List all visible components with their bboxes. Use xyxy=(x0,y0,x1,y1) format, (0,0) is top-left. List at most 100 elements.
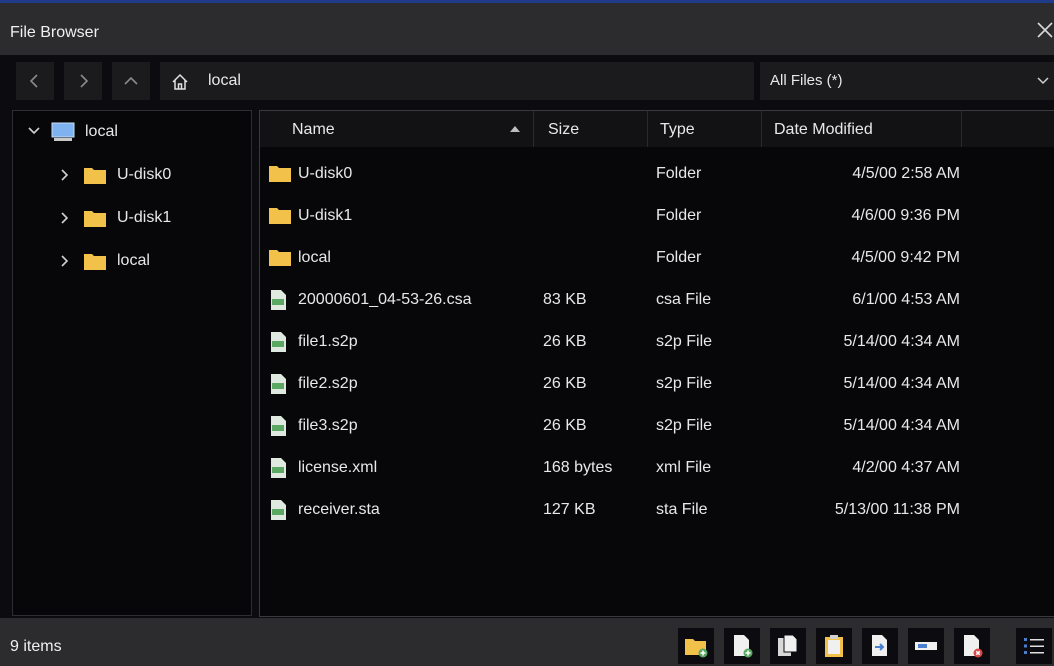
column-header-label: Name xyxy=(292,121,335,138)
new-file-icon xyxy=(734,635,753,658)
chevron-up-icon xyxy=(124,76,138,85)
folder-icon xyxy=(84,168,106,184)
csa-file-icon xyxy=(271,290,286,310)
column-header-date[interactable]: Date Modified xyxy=(762,111,962,147)
folder-icon xyxy=(269,208,291,224)
file-name: U-disk1 xyxy=(298,207,353,224)
copy-icon xyxy=(778,634,798,656)
file-type: xml File xyxy=(656,459,712,476)
file-date: 5/14/00 4:34 AM xyxy=(843,333,960,350)
file-row[interactable]: file1.s2p 26 KB s2p File 5/14/00 4:34 AM xyxy=(260,321,1054,363)
tree-item-u-disk0[interactable]: U-disk0 xyxy=(13,156,251,192)
new-folder-icon xyxy=(685,639,708,658)
column-header-label: Type xyxy=(660,121,695,138)
file-row[interactable]: local Folder 4/5/00 9:42 PM xyxy=(260,237,1054,279)
tree-item-label: local xyxy=(117,252,150,269)
column-header-row: Name Size Type Date Modified xyxy=(260,111,1054,147)
folder-icon xyxy=(269,250,291,266)
tree-item-u-disk1[interactable]: U-disk1 xyxy=(13,199,251,235)
status-bar: 9 items xyxy=(0,618,1054,666)
new-file-button[interactable] xyxy=(724,628,760,664)
list-view-button[interactable] xyxy=(1016,628,1052,664)
home-icon xyxy=(172,73,188,90)
file-size: 127 KB xyxy=(543,501,596,518)
file-size: 26 KB xyxy=(543,375,587,392)
tree-item-label: local xyxy=(85,123,118,140)
paste-icon xyxy=(825,635,843,657)
column-header-type[interactable]: Type xyxy=(648,111,762,147)
tree-item-label: U-disk0 xyxy=(117,166,172,183)
column-header-label: Date Modified xyxy=(774,121,873,138)
file-date: 6/1/00 4:53 AM xyxy=(852,291,960,308)
chevron-down-icon[interactable] xyxy=(27,125,41,137)
file-size: 26 KB xyxy=(543,333,587,350)
copy-button[interactable] xyxy=(770,628,806,664)
folder-tree: local U-disk0 U-disk1 local xyxy=(12,110,252,616)
path-field[interactable]: local xyxy=(160,62,754,100)
file-type: s2p File xyxy=(656,333,713,350)
close-icon[interactable] xyxy=(1034,19,1054,41)
file-type: s2p File xyxy=(656,375,713,392)
tree-item-local[interactable]: local xyxy=(13,242,251,278)
tree-item-label: U-disk1 xyxy=(117,209,172,226)
list-view-icon xyxy=(1024,638,1044,654)
file-row[interactable]: license.xml 168 bytes xml File 4/2/00 4:… xyxy=(260,447,1054,489)
column-header-size[interactable]: Size xyxy=(534,111,648,147)
xml-file-icon xyxy=(271,458,286,478)
file-type: Folder xyxy=(656,165,702,182)
forward-button[interactable] xyxy=(64,62,102,100)
column-header-name[interactable]: Name xyxy=(260,111,534,147)
file-type: Folder xyxy=(656,207,702,224)
file-date: 5/13/00 11:38 PM xyxy=(834,501,960,518)
chevron-right-icon[interactable] xyxy=(59,211,71,225)
move-button[interactable] xyxy=(862,628,898,664)
file-type: sta File xyxy=(656,501,708,518)
chevron-left-icon xyxy=(29,74,38,88)
folder-icon xyxy=(269,166,291,182)
move-icon xyxy=(872,635,887,656)
file-type-filter[interactable]: All Files (*) xyxy=(760,62,1054,100)
chevron-down-icon xyxy=(1037,77,1049,85)
delete-button[interactable] xyxy=(954,628,990,664)
file-row[interactable]: file2.s2p 26 KB s2p File 5/14/00 4:34 AM xyxy=(260,363,1054,405)
file-row[interactable]: file3.s2p 26 KB s2p File 5/14/00 4:34 AM xyxy=(260,405,1054,447)
rename-icon xyxy=(915,642,937,650)
file-date: 4/5/00 2:58 AM xyxy=(852,165,960,182)
file-name: file3.s2p xyxy=(298,417,358,434)
file-row[interactable]: U-disk0 Folder 4/5/00 2:58 AM xyxy=(260,153,1054,195)
file-name: receiver.sta xyxy=(298,501,380,518)
back-button[interactable] xyxy=(16,62,54,100)
sort-ascending-icon xyxy=(510,126,520,132)
file-date: 5/14/00 4:34 AM xyxy=(843,375,960,392)
file-size: 83 KB xyxy=(543,291,587,308)
snp-file-icon xyxy=(271,416,286,436)
file-type: Folder xyxy=(656,249,702,266)
paste-button[interactable] xyxy=(816,628,852,664)
chevron-right-icon[interactable] xyxy=(59,254,71,268)
file-row[interactable]: 20000601_04-53-26.csa 83 KB csa File 6/1… xyxy=(260,279,1054,321)
file-size: 168 bytes xyxy=(543,459,613,476)
file-name: file2.s2p xyxy=(298,375,358,392)
file-type: csa File xyxy=(656,291,712,308)
up-button[interactable] xyxy=(112,62,150,100)
file-date: 4/5/00 9:42 PM xyxy=(851,249,960,266)
file-name: 20000601_04-53-26.csa xyxy=(298,291,472,308)
rename-button[interactable] xyxy=(908,628,944,664)
filter-label: All Files (*) xyxy=(770,72,843,89)
chevron-right-icon[interactable] xyxy=(59,168,71,182)
chevron-right-icon xyxy=(80,74,89,88)
file-row[interactable]: U-disk1 Folder 4/6/00 9:36 PM xyxy=(260,195,1054,237)
tree-item-local-root[interactable]: local xyxy=(13,113,251,149)
new-folder-button[interactable] xyxy=(678,628,714,664)
file-name: license.xml xyxy=(298,459,378,476)
file-row[interactable]: receiver.sta 127 KB sta File 5/13/00 11:… xyxy=(260,489,1054,531)
column-header-label: Size xyxy=(548,121,580,138)
item-count: 9 items xyxy=(10,638,62,655)
file-name: local xyxy=(298,249,331,266)
file-name: U-disk0 xyxy=(298,165,353,182)
delete-icon xyxy=(964,635,983,658)
computer-icon xyxy=(51,122,75,141)
file-type: s2p File xyxy=(656,417,713,434)
snp-file-icon xyxy=(271,332,286,352)
file-list: Name Size Type Date Modified U-disk0 Fol… xyxy=(259,110,1054,617)
